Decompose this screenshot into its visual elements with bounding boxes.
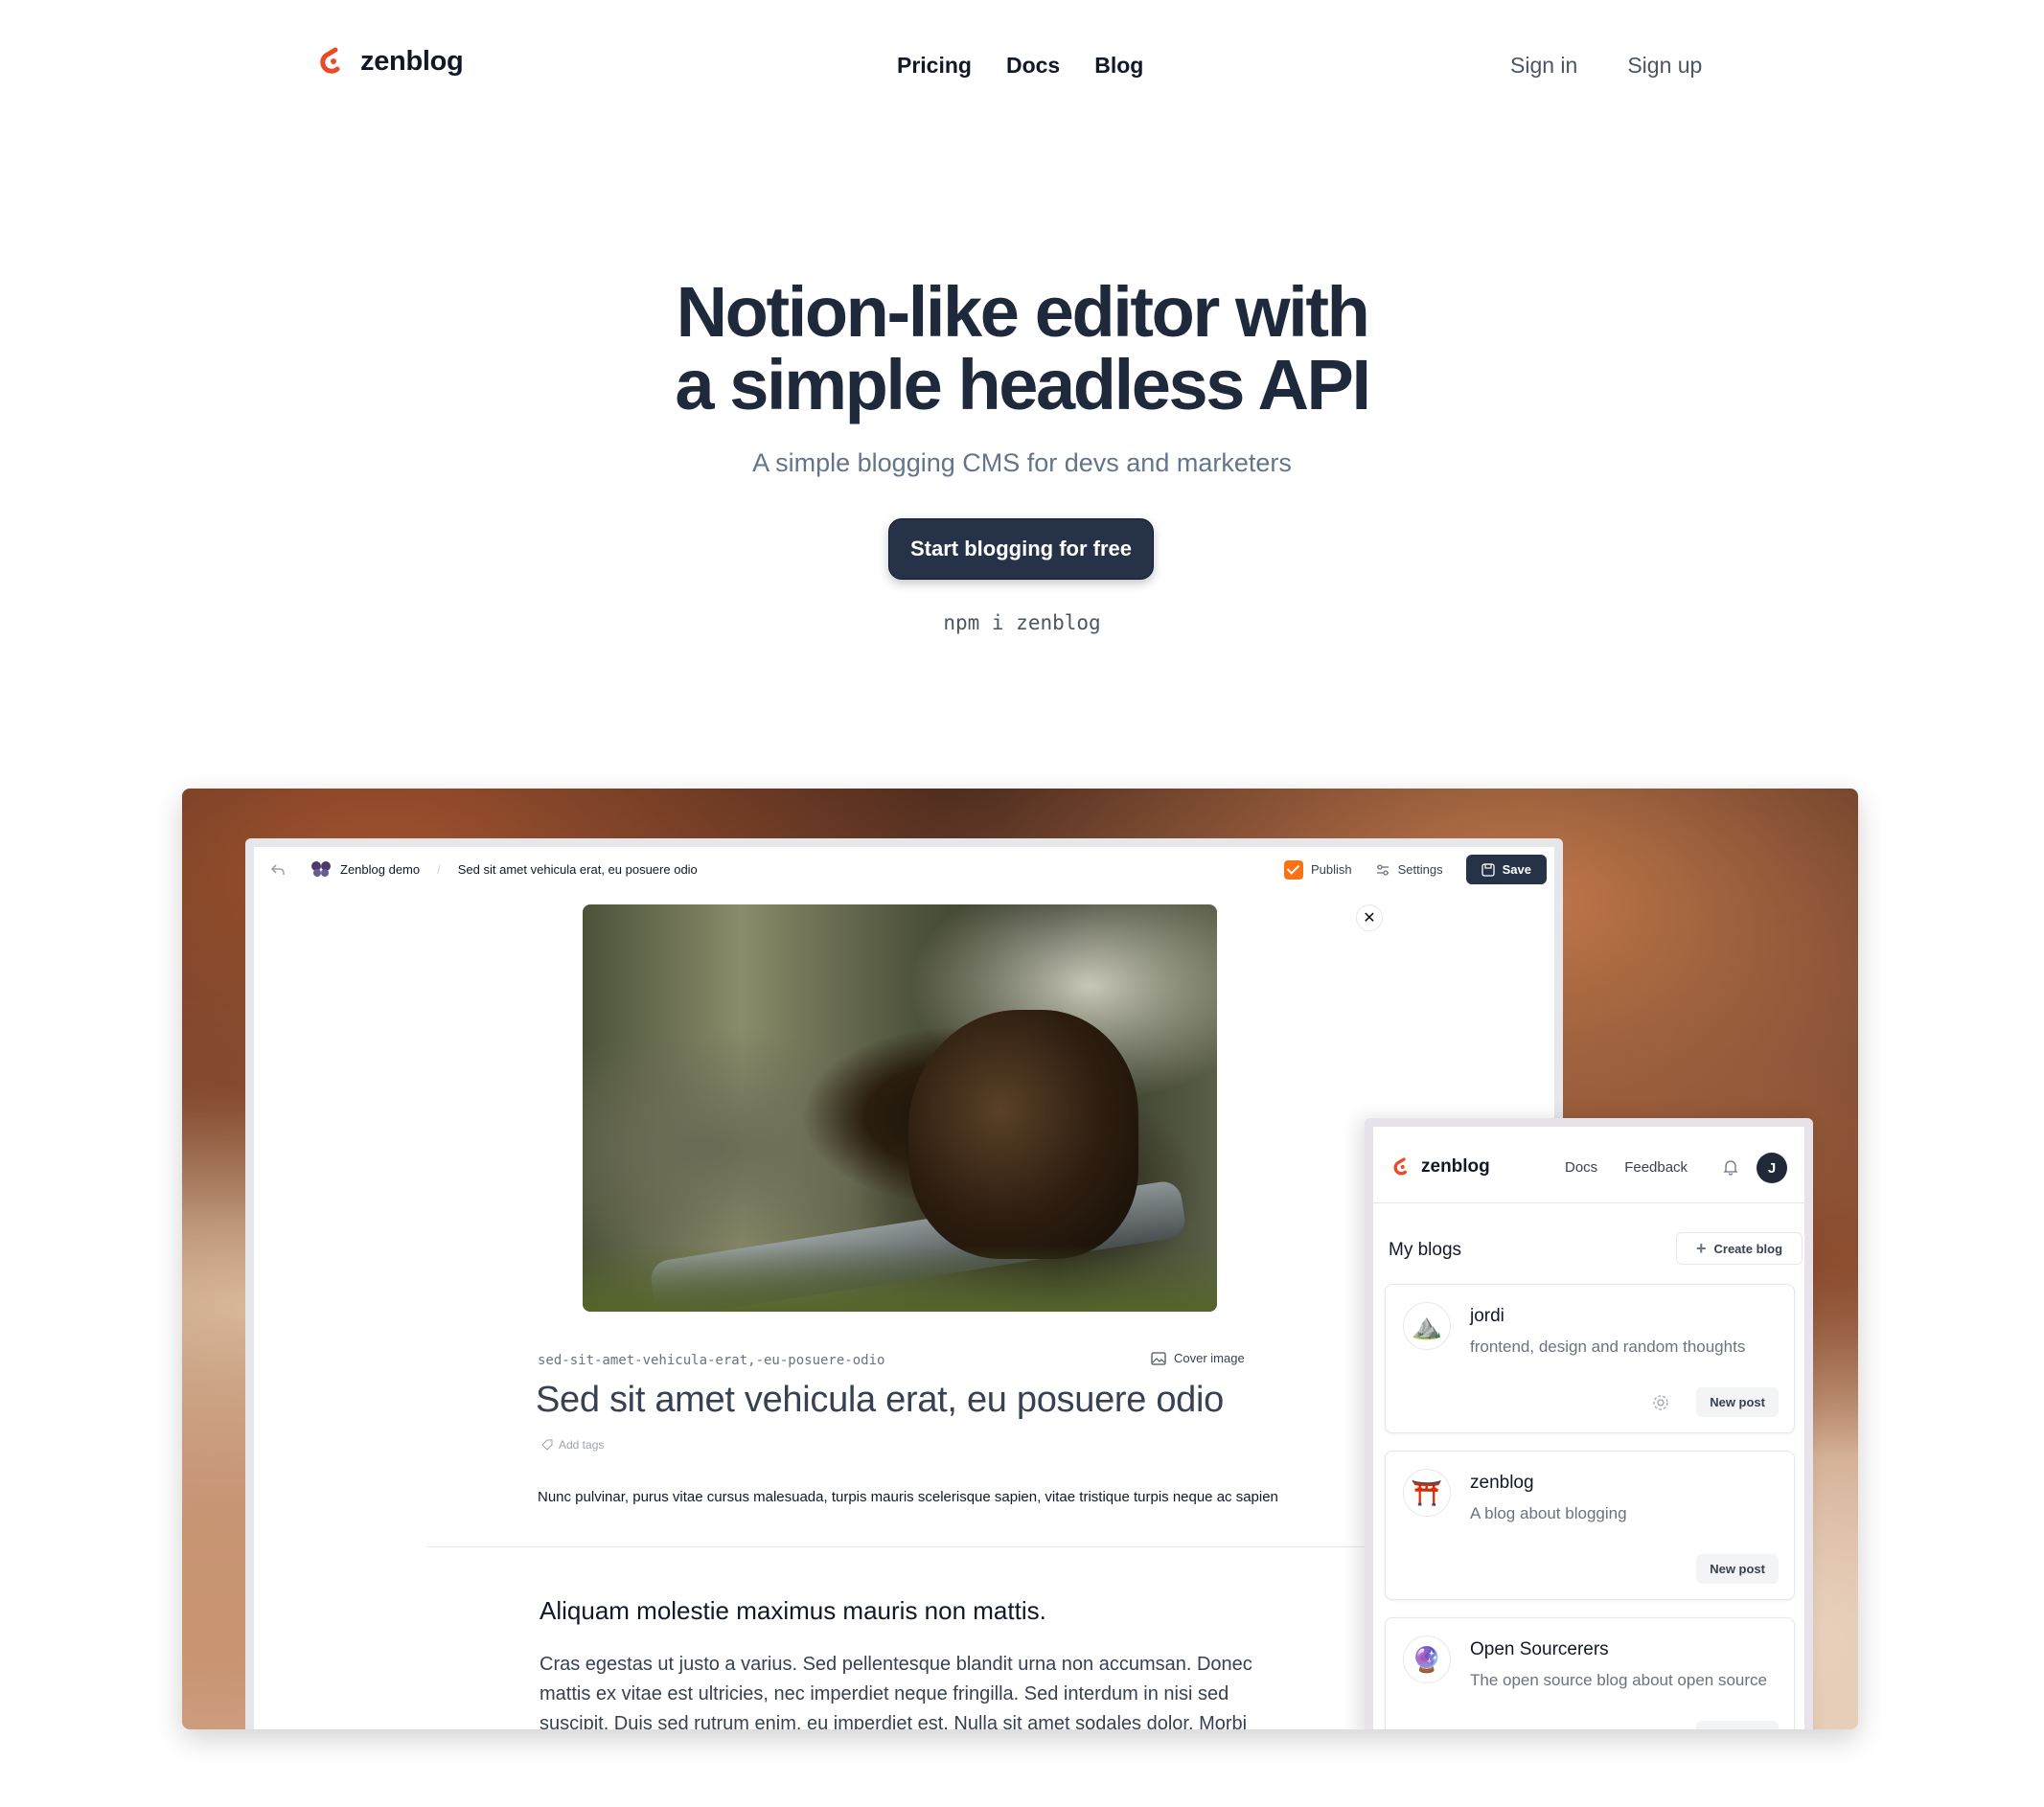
create-blog-label: Create blog [1713, 1241, 1783, 1256]
butterfly-icon [311, 861, 331, 877]
sign-up-link[interactable]: Sign up [1627, 53, 1702, 79]
breadcrumb-separator: / [437, 861, 441, 877]
dashboard-nav-docs[interactable]: Docs [1565, 1159, 1597, 1176]
zenblog-logo-icon [1393, 1157, 1407, 1176]
save-label: Save [1502, 862, 1531, 877]
publish-toggle[interactable]: Publish [1284, 859, 1352, 880]
crystal-ball-icon: 🔮 [1403, 1635, 1451, 1683]
nav-links: Pricing Docs Blog [897, 53, 1143, 79]
checkbox-icon [1284, 859, 1303, 880]
brand-link[interactable]: zenblog [312, 44, 464, 79]
cover-image-button[interactable]: Cover image [1151, 1351, 1245, 1365]
post-title-input[interactable]: Sed sit amet vehicula erat, eu posuere o… [536, 1380, 1224, 1421]
blog-card-title: jordi [1470, 1306, 1504, 1326]
start-blogging-button[interactable]: Start blogging for free [888, 518, 1154, 580]
mountain-icon: ⛰️ [1403, 1302, 1451, 1350]
blog-card-subtitle: frontend, design and random thoughts [1470, 1338, 1746, 1356]
dashboard-header: zenblog Docs Feedback J [1373, 1127, 1804, 1203]
create-blog-button[interactable]: + Create blog [1676, 1232, 1803, 1265]
add-tags-label: Add tags [559, 1438, 605, 1452]
auth-links: Sign in Sign up [1510, 53, 1702, 79]
breadcrumb-post: Sed sit amet vehicula erat, eu posuere o… [457, 861, 698, 877]
dashboard-brand[interactable]: zenblog [1389, 1155, 1490, 1178]
blog-card[interactable]: 🔮 Open Sourcerers The open source blog a… [1385, 1617, 1795, 1729]
publish-label: Publish [1311, 862, 1352, 877]
dashboard-brand-name: zenblog [1421, 1156, 1490, 1177]
cover-image-grass [583, 1245, 1217, 1312]
blog-card[interactable]: ⛰️ jordi frontend, design and random tho… [1385, 1284, 1795, 1433]
floppy-disk-icon [1481, 862, 1495, 877]
zenblog-logo-icon [320, 47, 340, 74]
blog-card[interactable]: ⛩️ zenblog A blog about blogging New pos… [1385, 1451, 1795, 1600]
content-paragraph[interactable]: Cras egestas ut justo a varius. Sed pell… [540, 1650, 1287, 1729]
post-excerpt[interactable]: Nunc pulvinar, purus vitae cursus malesu… [538, 1487, 1285, 1508]
add-tags-button[interactable]: Add tags [541, 1438, 604, 1452]
dashboard-window: zenblog Docs Feedback J My blogs + Creat… [1365, 1118, 1813, 1729]
breadcrumb: Zenblog demo / Sed sit amet vehicula era… [311, 860, 698, 878]
new-post-button[interactable]: New post [1696, 1387, 1779, 1417]
brand-name: zenblog [360, 45, 464, 77]
settings-button[interactable]: Settings [1375, 862, 1443, 878]
blog-card-subtitle: The open source blog about open source [1470, 1671, 1768, 1689]
sign-in-link[interactable]: Sign in [1510, 53, 1577, 79]
product-showcase: Zenblog demo / Sed sit amet vehicula era… [182, 789, 1858, 1729]
back-arrow-icon[interactable] [269, 861, 287, 879]
install-command: npm i zenblog [943, 611, 1101, 634]
divider [426, 1546, 1385, 1547]
new-post-button[interactable]: New post [1696, 1721, 1779, 1729]
content-heading[interactable]: Aliquam molestie maximus mauris non matt… [540, 1596, 1046, 1626]
hero-title-line-1: Notion-like editor with [676, 272, 1370, 352]
nav-link-pricing[interactable]: Pricing [897, 53, 972, 79]
settings-label: Settings [1397, 862, 1443, 877]
cover-image-label: Cover image [1174, 1351, 1245, 1365]
hero-title: Notion-like editor with a simple headles… [0, 276, 2044, 422]
gear-icon[interactable] [1652, 1394, 1669, 1411]
image-icon [1151, 1351, 1166, 1365]
editor-actions: Publish Settings Save [1284, 855, 1547, 884]
avatar[interactable]: J [1757, 1153, 1787, 1183]
cover-image-bear [908, 1010, 1138, 1259]
cover-image[interactable] [583, 904, 1217, 1312]
nav-link-docs[interactable]: Docs [1006, 53, 1060, 79]
save-button[interactable]: Save [1465, 855, 1547, 884]
my-blogs-heading: My blogs [1389, 1240, 1462, 1260]
plus-icon: + [1695, 1238, 1707, 1258]
blog-card-subtitle: A blog about blogging [1470, 1504, 1627, 1522]
nav-link-blog[interactable]: Blog [1094, 53, 1143, 79]
tag-icon [541, 1439, 553, 1451]
breadcrumb-blog[interactable]: Zenblog demo [340, 862, 420, 877]
top-nav: zenblog Pricing Docs Blog Sign in Sign u… [0, 0, 2044, 134]
editor-toolbar: Zenblog demo / Sed sit amet vehicula era… [254, 847, 1554, 895]
blog-card-title: Open Sourcerers [1470, 1639, 1609, 1659]
hero-title-line-2: a simple headless API [675, 345, 1371, 424]
dashboard-nav-feedback[interactable]: Feedback [1624, 1159, 1688, 1176]
close-icon[interactable]: ✕ [1356, 904, 1383, 931]
blog-card-title: zenblog [1470, 1473, 1534, 1493]
new-post-button[interactable]: New post [1696, 1554, 1779, 1584]
dashboard-nav: Docs Feedback [1565, 1159, 1688, 1176]
hero-subtitle: A simple blogging CMS for devs and marke… [752, 448, 1292, 477]
torii-gate-icon: ⛩️ [1403, 1469, 1451, 1517]
post-slug[interactable]: sed-sit-amet-vehicula-erat,-eu-posuere-o… [538, 1353, 884, 1368]
sliders-icon [1376, 863, 1389, 876]
bell-icon[interactable] [1722, 1158, 1739, 1176]
